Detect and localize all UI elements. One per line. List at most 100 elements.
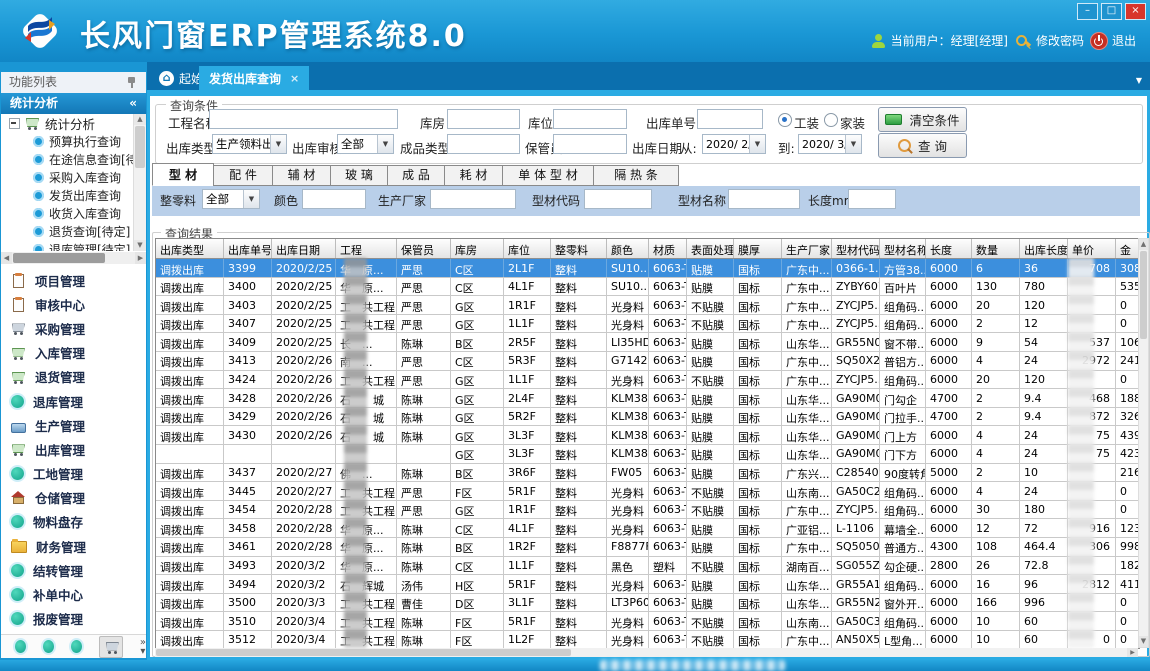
column-header-7[interactable]: 整零料 [551, 239, 607, 258]
module-dot-icon[interactable] [15, 640, 26, 653]
menu-item-0[interactable]: 项目管理 [1, 268, 146, 292]
out-type-select[interactable]: 生产领料出库▼ [212, 134, 287, 154]
color-input[interactable] [302, 189, 366, 209]
scroll-down-icon[interactable]: ▼ [1139, 636, 1148, 647]
tree-item-4[interactable]: 收货入库查询 [1, 204, 146, 222]
radio-work-install[interactable] [778, 113, 792, 127]
material-tab-1[interactable]: 配 件 [213, 165, 273, 186]
change-password-button[interactable]: 修改密码 [1015, 32, 1084, 49]
warehouse-input[interactable] [447, 109, 520, 129]
column-header-2[interactable]: 出库日期 [272, 239, 336, 258]
project-name-input[interactable] [209, 109, 398, 129]
menu-item-10[interactable]: 物料盘存 [1, 510, 146, 534]
table-row[interactable]: 调拨出库34932020/3/2华 原...陈琳C区1L1F整料黑色塑料不贴膜国… [156, 557, 1139, 576]
menu-item-14[interactable]: 报废管理 [1, 607, 146, 631]
toolbar-overflow-icon[interactable]: »▾ [140, 638, 146, 656]
table-row[interactable]: 调拨出库34242020/2/26工 共工程严思G区1L1F整料光身料6063-… [156, 371, 1139, 390]
column-header-11[interactable]: 膜厚 [734, 239, 782, 258]
clear-conditions-button[interactable]: 清空条件 [878, 107, 967, 132]
date-to-picker[interactable]: 2020/ 3/16▼ [798, 134, 862, 154]
column-header-15[interactable]: 长度 [926, 239, 972, 258]
chevron-down-icon[interactable]: ▼ [845, 135, 861, 153]
tree-item-2[interactable]: 采购入库查询 [1, 168, 146, 186]
scroll-right-icon[interactable]: ▶ [135, 252, 146, 264]
location-input[interactable] [553, 109, 627, 129]
menu-item-1[interactable]: 审核中心 [1, 292, 146, 316]
table-row[interactable]: 调拨出库34612020/2/28华 原...陈琳B区1R2F整料F8877FT… [156, 538, 1139, 557]
table-row[interactable]: 调拨出库34132020/2/26南 ...严思C区5R3F整料G7142260… [156, 352, 1139, 371]
menu-item-12[interactable]: 结转管理 [1, 558, 146, 582]
column-header-10[interactable]: 表面处理 [687, 239, 734, 258]
logout-button[interactable]: 退出 [1091, 32, 1136, 49]
menu-item-11[interactable]: 财务管理 [1, 534, 146, 558]
tree-item-3[interactable]: 发货出库查询 [1, 186, 146, 204]
menu-item-4[interactable]: 退货管理 [1, 365, 146, 389]
chevron-down-icon[interactable]: ▼ [243, 190, 259, 208]
menu-item-8[interactable]: 工地管理 [1, 462, 146, 486]
order-no-input[interactable] [697, 109, 763, 129]
table-row[interactable]: 调拨出库33992020/2/25华 原...严思C区2L1F整料SU10...… [156, 259, 1139, 278]
table-row[interactable]: 调拨出库34542020/2/28工 共工程严思G区1R1F整料光身料6063-… [156, 501, 1139, 520]
module-cart-button[interactable] [99, 636, 123, 658]
material-tab-0[interactable]: 型 材 [152, 163, 214, 186]
grid-vertical-scrollbar[interactable]: ▲ ▼ [1138, 238, 1149, 648]
table-row[interactable]: 调拨出库34582020/2/28华 原...陈琳C区4L1F整料光身料6063… [156, 519, 1139, 538]
keeper-input[interactable] [553, 134, 627, 154]
column-header-5[interactable]: 库房 [451, 239, 504, 258]
whole-part-select[interactable]: 全部▼ [202, 189, 260, 209]
length-input[interactable] [848, 189, 896, 209]
scroll-up-icon[interactable]: ▲ [134, 114, 146, 125]
tree-vertical-scrollbar[interactable]: ▲ ▼ [133, 114, 146, 251]
menu-item-6[interactable]: 生产管理 [1, 413, 146, 437]
column-header-13[interactable]: 型材代码 [832, 239, 880, 258]
table-row[interactable]: 调拨出库35002020/3/3工 共工程曹佳D区3L1F整料LT3P60606… [156, 594, 1139, 613]
grid-horizontal-scrollbar[interactable]: ▶ [155, 648, 1138, 657]
column-header-17[interactable]: 出库长度 [1020, 239, 1068, 258]
search-button[interactable]: 查 询 [878, 133, 967, 158]
tree-item-6[interactable]: 退库管理[待定] [1, 240, 146, 251]
profile-name-input[interactable] [728, 189, 800, 209]
column-header-4[interactable]: 保管员 [397, 239, 451, 258]
column-header-9[interactable]: 材质 [649, 239, 687, 258]
scroll-right-icon[interactable]: ▶ [1127, 648, 1138, 657]
scroll-down-icon[interactable]: ▼ [134, 240, 146, 251]
collapse-icon[interactable]: « [129, 93, 137, 114]
chevron-down-icon[interactable]: ▼ [749, 135, 765, 153]
material-tab-5[interactable]: 耗 材 [444, 165, 503, 186]
column-header-14[interactable]: 型材名称 [880, 239, 926, 258]
table-row[interactable]: 调拨出库34282020/2/26石 城陈琳G区2L4F整料KLM3817606… [156, 389, 1139, 408]
menu-item-3[interactable]: 入库管理 [1, 341, 146, 365]
menu-item-13[interactable]: 补单中心 [1, 582, 146, 606]
column-header-12[interactable]: 生产厂家 [782, 239, 832, 258]
menu-item-7[interactable]: 出库管理 [1, 437, 146, 461]
material-tab-2[interactable]: 辅 材 [272, 165, 331, 186]
maker-input[interactable] [430, 189, 516, 209]
tab-close-icon[interactable]: × [290, 72, 299, 85]
material-tab-6[interactable]: 单 体 型 材 [502, 165, 594, 186]
tab-list-caret-icon[interactable]: ▼ [1136, 76, 1142, 85]
table-row[interactable]: 调拨出库34292020/2/26石 城陈琳G区5R2F整料KLM3817606… [156, 408, 1139, 427]
column-header-16[interactable]: 数量 [972, 239, 1020, 258]
tree-expander-icon[interactable] [9, 118, 20, 129]
table-row[interactable]: 调拨出库34452020/2/27工 共工程严思F区5R1F整料光身料6063-… [156, 482, 1139, 501]
tree-root-statistics[interactable]: 统计分析 [1, 114, 146, 132]
table-row[interactable]: 调拨出库35102020/3/4工 共工程陈琳F区5R1F整料光身料6063-T… [156, 612, 1139, 631]
column-header-19[interactable]: 金 [1116, 239, 1139, 258]
audit-select[interactable]: 全部▼ [337, 134, 394, 154]
table-row[interactable]: 调拨出库35122020/3/4工 共工程陈琳F区1L2F整料光身料6063-T… [156, 631, 1139, 649]
table-row[interactable]: 调拨出库34942020/3/2石 辉城汤伟H区5R1F整料光身料6063-T5… [156, 575, 1139, 594]
table-row[interactable]: G区3L3F整料KLM38176063-T5贴膜国标山东华...GA90M09.… [156, 445, 1139, 464]
scroll-up-icon[interactable]: ▲ [1139, 239, 1148, 250]
table-row[interactable]: 调拨出库34372020/2/27佛 ...陈琳B区3R6F整料FW056063… [156, 464, 1139, 483]
table-row[interactable]: 调拨出库34302020/2/26石 城陈琳G区3L3F整料KLM3817606… [156, 426, 1139, 445]
tree-item-0[interactable]: 预算执行查询 [1, 132, 146, 150]
chevron-down-icon[interactable]: ▼ [270, 135, 286, 153]
table-row[interactable]: 调拨出库34072020/2/25工 共工程严思G区1L1F整料光身料6063-… [156, 315, 1139, 334]
menu-item-5[interactable]: 退库管理 [1, 389, 146, 413]
column-header-1[interactable]: 出库单号 [224, 239, 272, 258]
menu-item-9[interactable]: 仓储管理 [1, 486, 146, 510]
radio-home-install[interactable] [824, 113, 838, 127]
material-tab-7[interactable]: 隔 热 条 [593, 165, 679, 186]
column-header-3[interactable]: 工程 [336, 239, 397, 258]
column-header-0[interactable]: 出库类型 [156, 239, 224, 258]
